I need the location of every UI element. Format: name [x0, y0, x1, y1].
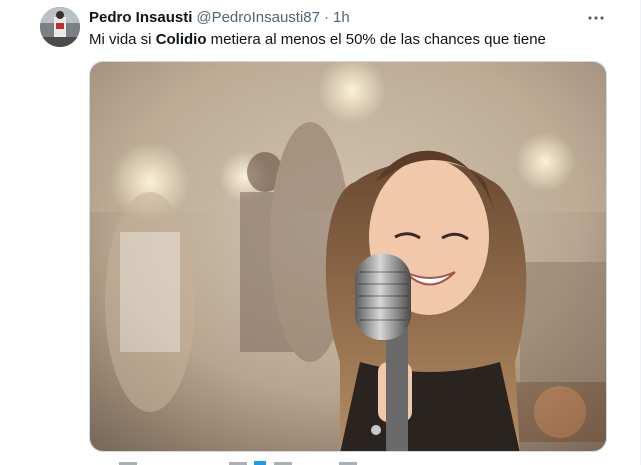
author-name[interactable]: Pedro Insausti: [89, 8, 192, 28]
tweet-header: Pedro Insausti @PedroInsausti87 · 1h: [89, 8, 350, 28]
avatar[interactable]: [40, 7, 80, 47]
tweet-text: Mi vida si Colidio metiera al menos el 5…: [89, 30, 546, 50]
tweet[interactable]: Pedro Insausti @PedroInsausti87 · 1h Mi …: [0, 0, 641, 465]
tweet-text-before: Mi vida si: [89, 31, 156, 48]
separator-dot: ·: [324, 9, 329, 26]
tweet-text-bold: Colidio: [155, 31, 207, 48]
more-options-button[interactable]: [586, 8, 606, 28]
media-image: [90, 62, 606, 451]
timestamp[interactable]: 1h: [333, 8, 350, 28]
tweet-actions-partial: [89, 455, 389, 465]
author-handle[interactable]: @PedroInsausti87: [196, 8, 320, 28]
more-horizontal-icon: [588, 16, 604, 20]
tweet-media[interactable]: [89, 61, 607, 452]
avatar-image: [40, 7, 80, 47]
tweet-text-after: metiera al menos el 50% de las chances q…: [206, 31, 546, 48]
action-icons-partial: [119, 461, 357, 465]
